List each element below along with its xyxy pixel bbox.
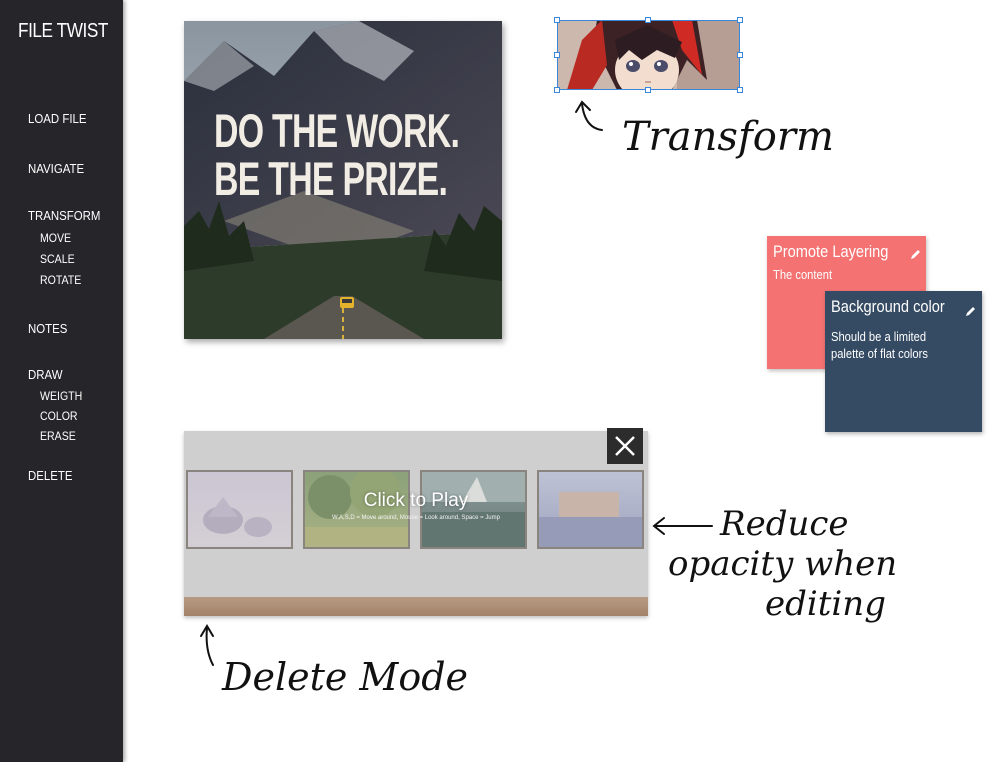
pencil-icon[interactable] [910,248,922,260]
close-button[interactable] [607,428,643,464]
transform-arrow-head-icon [575,100,591,113]
resize-handle-top[interactable] [645,17,651,23]
resize-handle-bottom-left[interactable] [554,87,560,93]
annotation-reduce-line-3: editing [765,584,886,624]
anime-character-image[interactable] [557,20,740,90]
menu-transform-scale[interactable]: SCALE [40,252,75,266]
poster-line-1: DO THE WORK. [214,104,460,157]
menu-draw-erase[interactable]: ERASE [40,429,76,443]
delete-arrow-icon [205,627,214,666]
resize-handle-bottom[interactable] [645,87,651,93]
menu-draw-color[interactable]: COLOR [40,409,78,423]
note-body-line-1: Should be a limited [831,329,927,344]
menu-transform-rotate[interactable]: ROTATE [40,273,81,287]
resize-handle-left[interactable] [554,52,560,58]
menu-navigate[interactable]: NAVIGATE [28,161,84,176]
note-body-line-2: palette of flat colors [831,346,928,361]
note-title: Background color [831,297,945,316]
resize-handle-bottom-right[interactable] [737,87,743,93]
menu-delete[interactable]: DELETE [28,468,73,483]
poster-line-2: BE THE PRIZE. [214,152,448,205]
gallery-floor [184,597,648,616]
annotation-transform: Transform [622,114,834,160]
note-body: The content [773,267,833,282]
menu-transform-move[interactable]: MOVE [40,231,71,245]
poster-text: DO THE WORK. BE THE PRIZE. [214,104,460,205]
play-button[interactable]: Click to Play [184,490,648,512]
app-title: FILE TWIST [18,20,108,42]
menu-load-file[interactable]: LOAD FILE [28,111,86,126]
close-icon [615,436,635,456]
pencil-icon[interactable] [965,305,977,317]
poster-image[interactable]: DO THE WORK. BE THE PRIZE. [184,21,502,339]
menu-notes[interactable]: NOTES [28,321,67,336]
gallery-embed[interactable]: Click to Play W,A,S,D = Move around, Mou… [184,431,648,616]
anime-girl-illustration [557,20,740,90]
menu-draw-weight[interactable]: WEIGTH [40,389,82,403]
note-background-color[interactable]: Background color Should be a limited pal… [825,291,982,432]
resize-handle-top-right[interactable] [737,17,743,23]
resize-handle-right[interactable] [737,52,743,58]
reduce-arrow-head-icon [652,517,665,535]
delete-arrow-head-icon [200,624,214,637]
transform-arrow-icon [581,103,603,131]
resize-handle-top-left[interactable] [554,17,560,23]
controls-hint: W,A,S,D = Move around, Mouse = Look arou… [332,515,500,521]
annotation-reduce-line-1: Reduce [719,504,849,544]
sidebar: FILE TWIST LOAD FILE NAVIGATE TRANSFORM … [0,0,123,762]
menu-transform[interactable]: TRANSFORM [28,208,100,223]
annotation-reduce-line-2: opacity when [668,544,897,584]
note-title: Promote Layering [773,242,889,261]
menu-draw[interactable]: DRAW [28,367,63,382]
annotation-delete-mode: Delete Mode [221,655,468,699]
